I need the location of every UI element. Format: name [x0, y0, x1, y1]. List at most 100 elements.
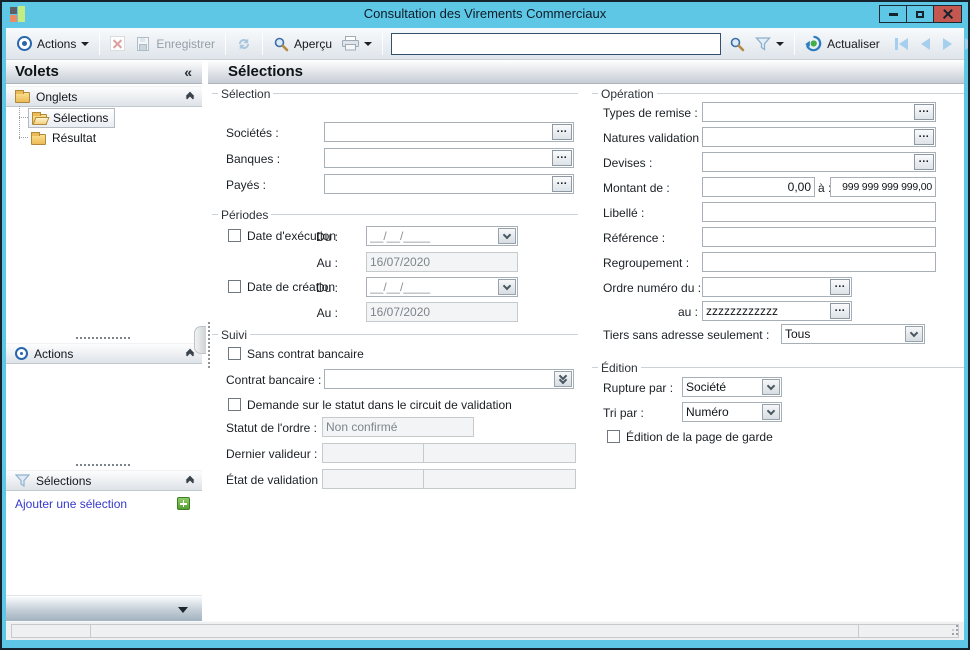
banques-browse-button[interactable]: ...: [552, 150, 572, 166]
devises-label: Devises :: [603, 156, 652, 170]
nav-last-button[interactable]: [965, 38, 970, 50]
types-remise-browse-button[interactable]: ...: [914, 104, 934, 120]
creation-date-checkbox[interactable]: [228, 280, 241, 293]
refresh-circular-icon: [805, 35, 822, 52]
add-selection-link[interactable]: Ajouter une sélection: [15, 497, 127, 511]
tiers-sans-adresse-input[interactable]: [782, 325, 905, 343]
page-garde-checkbox[interactable]: [607, 430, 620, 443]
payes-browse-button[interactable]: ...: [552, 176, 572, 192]
maximize-button[interactable]: [907, 6, 934, 22]
contrat-bancaire-input[interactable]: [325, 370, 554, 388]
workspace: Volets « Onglets Sélections Résultat: [6, 60, 964, 621]
devises-input[interactable]: [703, 153, 914, 171]
folder-icon: [31, 134, 46, 145]
panel-splitter-dots[interactable]: [76, 337, 130, 339]
chevron-down-icon: [81, 42, 89, 46]
payes-field: ...: [324, 174, 574, 194]
societes-field: ...: [324, 122, 574, 142]
contrat-bancaire-label: Contrat bancaire :: [226, 373, 321, 387]
societes-label: Sociétés :: [226, 126, 279, 140]
demande-statut-checkbox[interactable]: [228, 398, 241, 411]
refresh-button[interactable]: [231, 31, 257, 57]
panel-splitter-dots[interactable]: [76, 464, 130, 466]
add-selection-plus-button[interactable]: [177, 497, 190, 510]
rupture-par-combobox: [682, 377, 782, 397]
print-button[interactable]: [337, 31, 377, 57]
nav-next-button[interactable]: [943, 38, 952, 50]
banques-input[interactable]: [325, 149, 552, 167]
page-garde-label: Édition de la page de garde: [626, 430, 773, 444]
devises-browse-button[interactable]: ...: [914, 154, 934, 170]
ordre-du-field: ...: [702, 277, 852, 297]
section-actions-header[interactable]: Actions: [6, 343, 202, 364]
tree-item-selections[interactable]: Sélections: [28, 108, 115, 128]
search-input[interactable]: [391, 33, 721, 55]
nav-first-button[interactable]: [895, 38, 908, 50]
save-button[interactable]: Enregistrer: [130, 31, 220, 57]
natures-validation-field: ...: [702, 127, 936, 147]
natures-validation-label: Natures validation :: [603, 131, 706, 145]
resize-grip[interactable]: [956, 633, 958, 635]
societes-browse-button[interactable]: ...: [552, 124, 572, 140]
societes-input[interactable]: [325, 123, 552, 141]
section-onglets-header[interactable]: Onglets: [6, 86, 202, 107]
montant-de-input[interactable]: [702, 177, 815, 197]
nav-previous-button[interactable]: [921, 38, 930, 50]
tree-item-resultat[interactable]: Résultat: [28, 129, 102, 147]
group-operation: Opération: [592, 87, 964, 100]
regroupement-input[interactable]: [702, 252, 936, 272]
close-button[interactable]: [934, 6, 961, 22]
panel-collapse-button[interactable]: «: [184, 65, 192, 79]
search-button[interactable]: [724, 31, 750, 57]
minimize-button[interactable]: [880, 6, 907, 22]
ordre-du-input[interactable]: [703, 278, 830, 296]
execution-du-dropdown-button[interactable]: [498, 228, 516, 244]
creation-du-input[interactable]: [367, 278, 498, 296]
collapse-chevron-up-icon[interactable]: [187, 477, 193, 485]
libelle-input[interactable]: [702, 202, 936, 222]
rupture-dropdown-button[interactable]: [762, 379, 780, 395]
actualiser-button[interactable]: Actualiser: [800, 31, 885, 57]
reference-input[interactable]: [702, 227, 936, 247]
sans-contrat-checkbox[interactable]: [228, 347, 241, 360]
actions-button[interactable]: Actions: [12, 31, 94, 57]
tri-dropdown-button[interactable]: [762, 404, 780, 420]
group-selection: Sélection: [212, 87, 578, 100]
natures-validation-browse-button[interactable]: ...: [914, 129, 934, 145]
natures-validation-input[interactable]: [703, 128, 914, 146]
creation-du-combobox: [366, 277, 518, 297]
panel-bottom-bar[interactable]: [6, 595, 202, 622]
types-remise-input[interactable]: [703, 103, 914, 121]
banques-field: ...: [324, 148, 574, 168]
preview-button[interactable]: Aperçu: [268, 31, 337, 57]
delete-button[interactable]: [105, 31, 130, 57]
ordre-au-browse-button[interactable]: ...: [830, 303, 850, 319]
contrat-bancaire-dropdown-button[interactable]: [554, 371, 572, 387]
banques-label: Banques :: [226, 152, 280, 166]
creation-du-dropdown-button[interactable]: [498, 279, 516, 295]
tri-par-input[interactable]: [683, 403, 762, 421]
tiers-dropdown-button[interactable]: [905, 326, 923, 342]
section-selections-header[interactable]: Sélections: [6, 470, 202, 491]
montant-a-input[interactable]: [830, 177, 936, 197]
volets-title: Volets: [15, 63, 59, 80]
ordre-du-browse-button[interactable]: ...: [830, 279, 850, 295]
au-label: Au :: [310, 256, 338, 270]
filter-button[interactable]: [750, 31, 789, 57]
payes-input[interactable]: [325, 175, 552, 193]
execution-date-checkbox[interactable]: [228, 229, 241, 242]
tri-par-label: Tri par :: [603, 406, 644, 420]
nav-first-arrow-icon: [899, 38, 908, 50]
collapse-chevron-up-icon[interactable]: [187, 350, 193, 358]
libelle-label: Libellé :: [603, 206, 644, 220]
types-remise-field: ...: [702, 102, 936, 122]
save-icon: [135, 36, 151, 52]
execution-au-input: [366, 252, 518, 272]
collapse-chevron-up-icon[interactable]: [187, 93, 193, 101]
reference-label: Référence :: [603, 231, 665, 245]
rupture-par-input[interactable]: [683, 378, 762, 396]
panel-splitter-handle[interactable]: [194, 326, 206, 354]
execution-du-input[interactable]: [367, 227, 498, 245]
section-onglets-label: Onglets: [36, 90, 77, 104]
ordre-au-input[interactable]: [703, 302, 830, 320]
